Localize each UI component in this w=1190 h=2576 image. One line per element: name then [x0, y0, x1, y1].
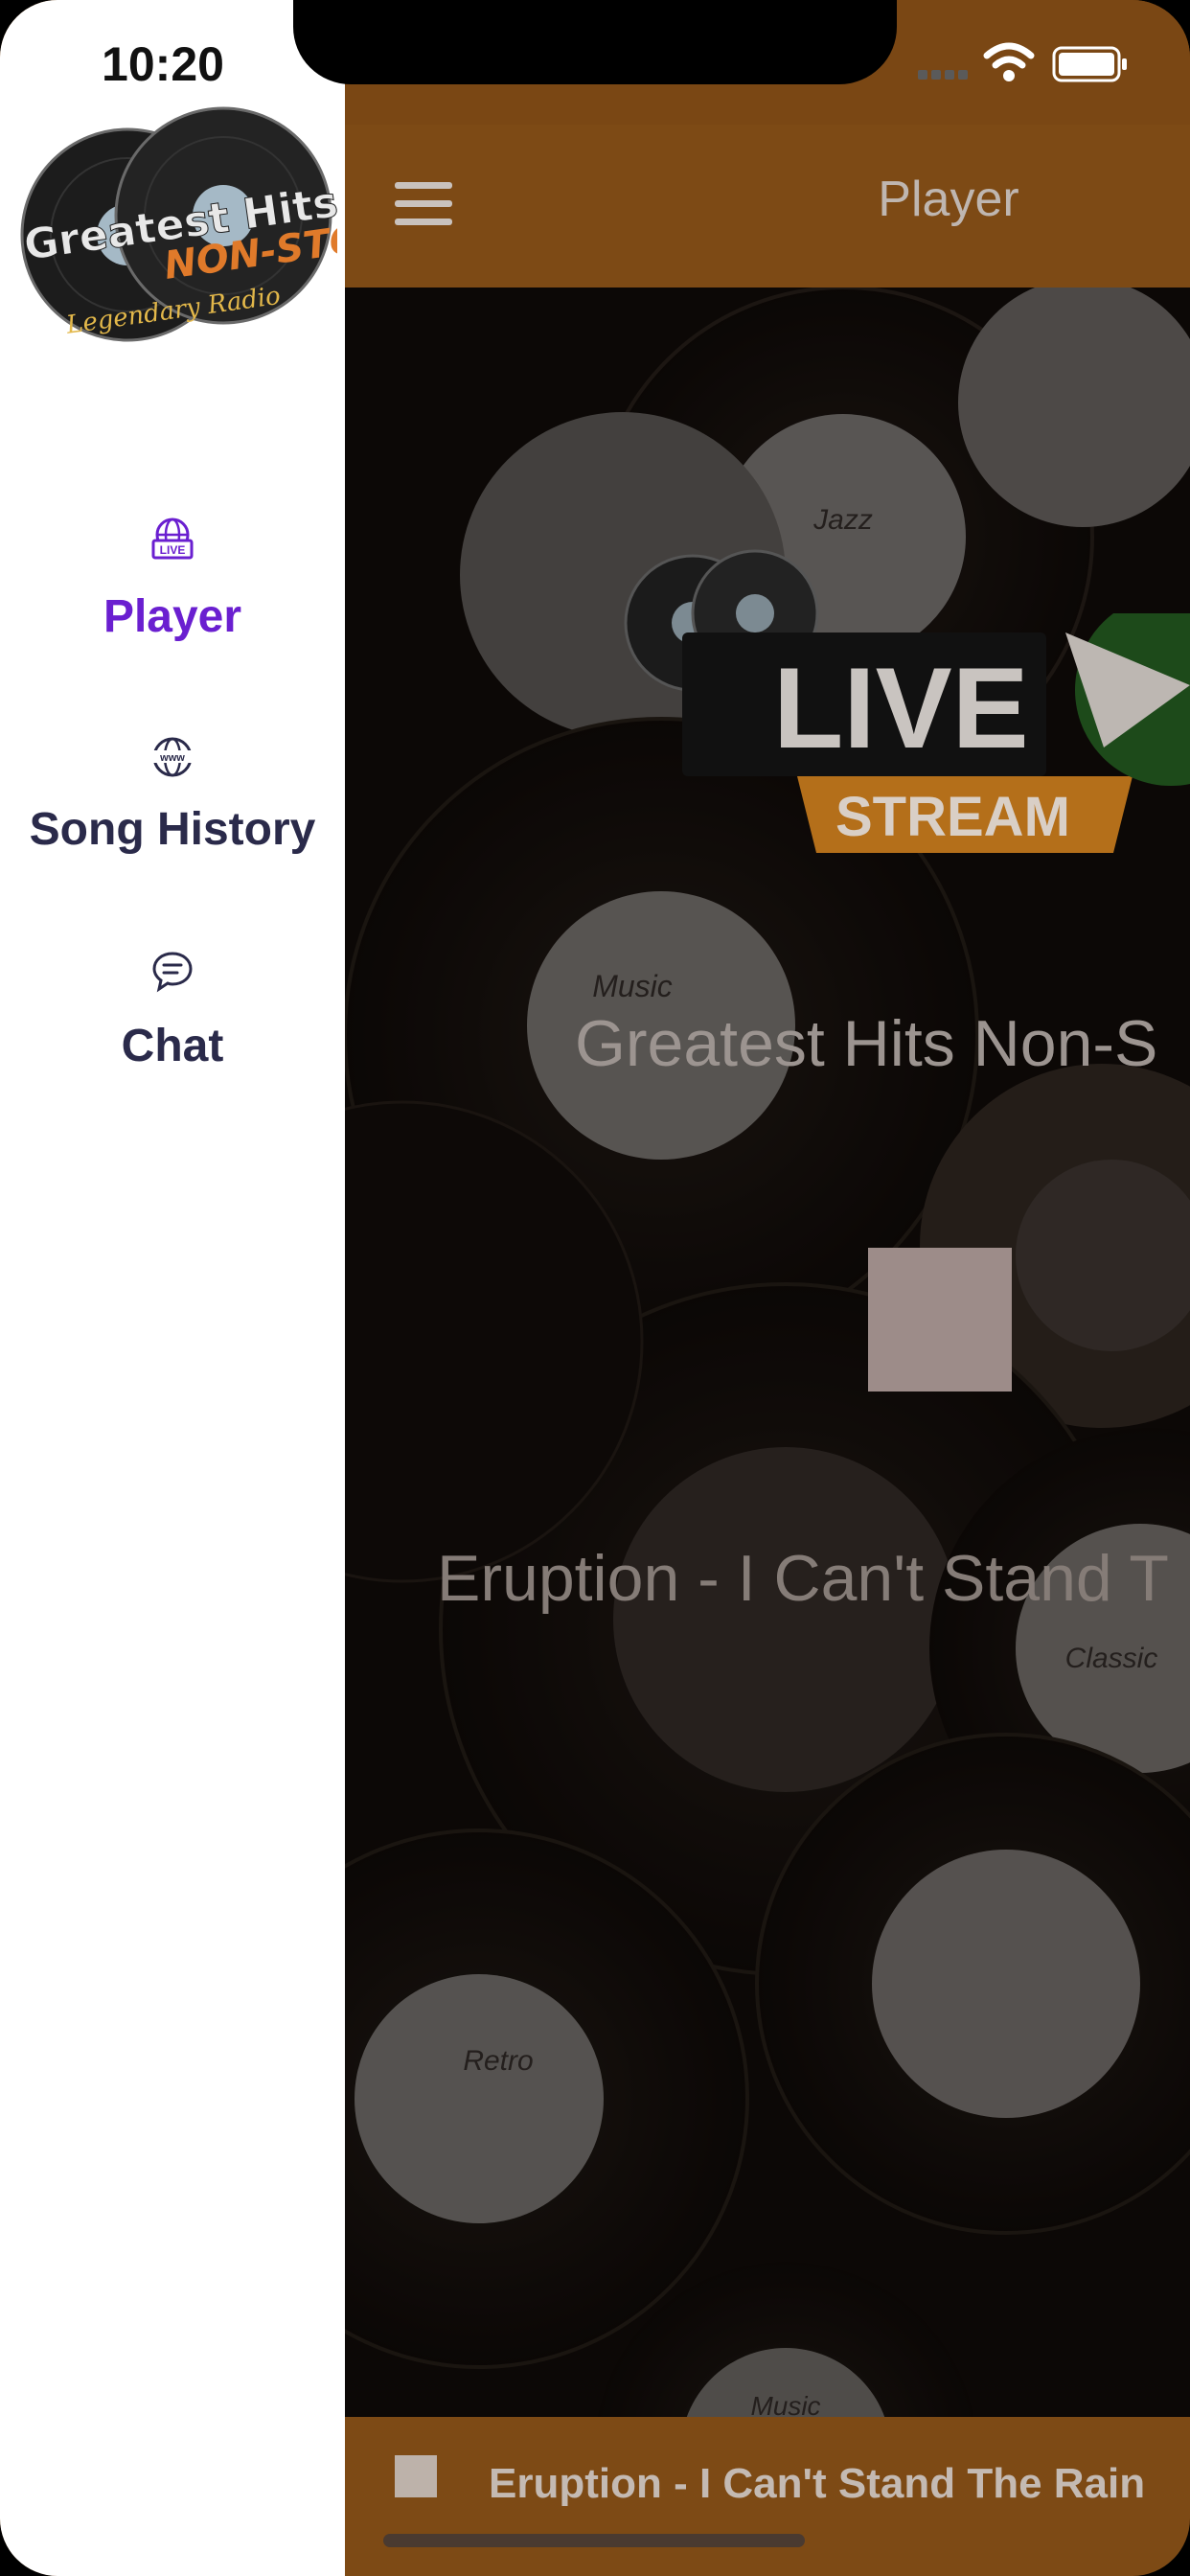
cellular-signal-icon: [918, 67, 975, 80]
live-globe-icon: LIVE: [151, 518, 194, 560]
sidebar-item-player[interactable]: LIVE Player: [0, 516, 345, 659]
status-time: 10:20: [102, 37, 224, 91]
battery-icon: [1052, 46, 1127, 82]
phone-screen: Jazz Music Classic Retro Music Player LI…: [0, 0, 1190, 2576]
sidebar-item-song-history[interactable]: www Song History: [0, 734, 345, 878]
mini-stop-icon[interactable]: [395, 2455, 437, 2497]
live-stream-badge: LIVE STREAM: [682, 613, 1190, 853]
sidebar-item-chat[interactable]: Chat: [0, 949, 345, 1092]
wifi-icon: [983, 42, 1035, 81]
svg-text:LIVE: LIVE: [773, 644, 1029, 772]
sidebar-item-label: Player: [103, 591, 242, 642]
station-name: Greatest Hits Non-S: [575, 1007, 1158, 1080]
navbar-title: Player: [878, 172, 1019, 227]
now-playing-title: Eruption - I Can't Stand T: [437, 1542, 1169, 1615]
station-logo: Greatest Hits NON-STOP Legendary Radio: [20, 106, 337, 342]
hamburger-icon[interactable]: [395, 182, 452, 230]
svg-text:STREAM: STREAM: [835, 786, 1070, 848]
side-drawer: Greatest Hits NON-STOP Legendary Radio L…: [0, 0, 345, 2576]
home-indicator[interactable]: [383, 2534, 805, 2547]
chat-bubble-icon: [152, 952, 193, 993]
device-notch: [293, 0, 897, 84]
mini-now-playing: Eruption - I Can't Stand The Rain: [489, 2460, 1146, 2507]
sidebar-item-label: Chat: [121, 1021, 224, 1071]
www-globe-icon: www: [152, 737, 193, 777]
sidebar-item-label: Song History: [29, 804, 316, 855]
stop-icon[interactable]: [868, 1248, 1012, 1392]
svg-text:LIVE: LIVE: [160, 543, 186, 557]
svg-text:www: www: [159, 752, 185, 764]
